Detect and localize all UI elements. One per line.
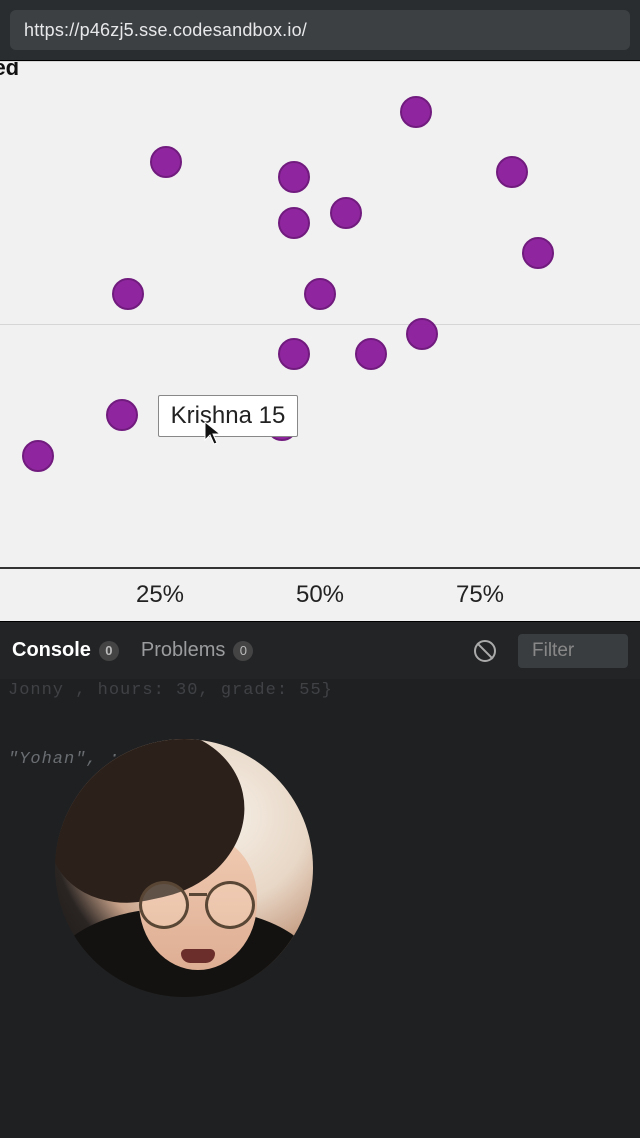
chart-plot-area[interactable]: Krishna 15 [0,61,640,567]
tab-problems[interactable]: Problems 0 [141,622,253,679]
address-bar-container: https://p46zj5.sse.codesandbox.io/ [0,0,640,61]
data-point[interactable] [112,278,144,310]
x-axis-line [0,567,640,569]
data-point[interactable] [22,440,54,472]
data-point[interactable] [304,278,336,310]
data-point[interactable] [106,399,138,431]
gridline [0,61,640,62]
console-output[interactable]: Jonny , hours: 30, grade: 55} "Yohan", :… [0,679,640,1138]
console-count-badge: 0 [99,641,119,661]
x-tick-label: 25% [136,581,184,609]
data-point[interactable] [400,96,432,128]
tooltip: Krishna 15 [158,395,299,437]
x-tick-label: 75% [456,581,504,609]
devtools-tabbar: Console 0 Problems 0 Filter [0,621,640,679]
data-point[interactable] [278,207,310,239]
tab-label: Problems [141,639,225,662]
x-axis-ticks: 25% 50% 75% [0,581,640,621]
problems-count-badge: 0 [233,641,253,661]
data-point[interactable] [355,338,387,370]
gridline [0,324,640,325]
scatter-chart: ned Krishna 15 25%50%75% [0,61,640,621]
address-bar[interactable]: https://p46zj5.sse.codesandbox.io/ [10,10,630,50]
tab-console[interactable]: Console 0 [12,622,119,679]
console-line: Jonny , hours: 30, grade: 55} [0,679,640,702]
filter-input[interactable]: Filter [518,634,628,668]
no-entry-icon[interactable] [474,640,496,662]
data-point[interactable] [496,156,528,188]
data-point[interactable] [522,237,554,269]
data-point[interactable] [278,161,310,193]
data-point[interactable] [406,318,438,350]
data-point[interactable] [150,146,182,178]
data-point[interactable] [278,338,310,370]
presenter-avatar [55,739,313,997]
x-tick-label: 50% [296,581,344,609]
tab-label: Console [12,639,91,662]
data-point[interactable] [330,197,362,229]
